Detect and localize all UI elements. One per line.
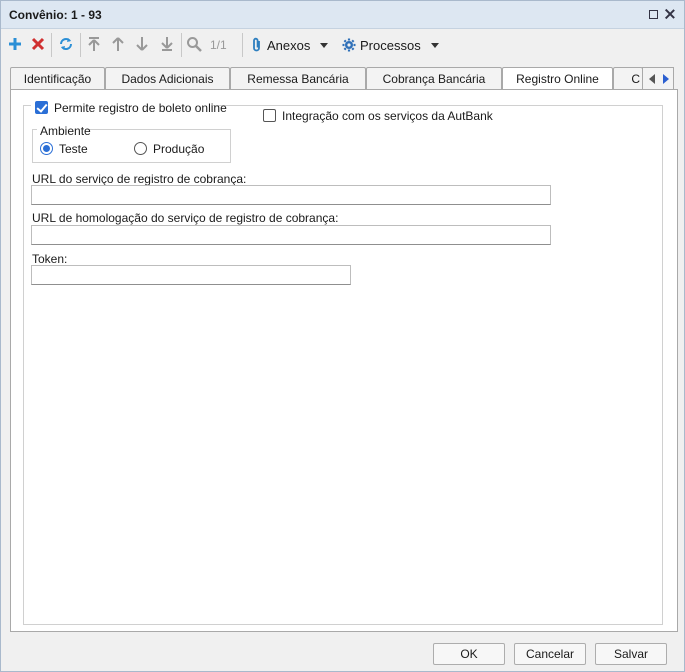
attachments-menu[interactable]: Anexos bbox=[251, 35, 329, 55]
radio-producao-label: Produção bbox=[153, 142, 205, 156]
url-homolog-label: URL de homologação do serviço de registr… bbox=[32, 211, 339, 225]
button-bar: OK Cancelar Salvar bbox=[1, 633, 684, 671]
tab-strip: Identificação Dados Adicionais Remessa B… bbox=[10, 67, 678, 90]
arrow-to-top-icon[interactable] bbox=[85, 35, 103, 53]
chevron-down-icon bbox=[320, 42, 329, 48]
tab-cobranca-bancaria[interactable]: Cobrança Bancária bbox=[366, 67, 502, 89]
refresh-icon[interactable] bbox=[57, 35, 75, 53]
x-icon[interactable] bbox=[29, 35, 47, 53]
plus-icon[interactable] bbox=[6, 35, 24, 53]
url-register-input[interactable] bbox=[31, 185, 551, 205]
arrow-down-icon[interactable] bbox=[133, 35, 151, 53]
tab-remessa-bancaria[interactable]: Remessa Bancária bbox=[230, 67, 366, 89]
toolbar-separator bbox=[51, 33, 52, 57]
radio-teste-label: Teste bbox=[59, 142, 88, 156]
chevron-down-icon bbox=[430, 42, 439, 48]
arrow-right-icon[interactable] bbox=[663, 74, 669, 84]
dialog-window: Convênio: 1 - 93 1/1 Anexos Processos Id… bbox=[0, 0, 685, 672]
window-title: Convênio: 1 - 93 bbox=[9, 8, 102, 22]
paperclip-icon bbox=[253, 37, 260, 52]
radio-producao[interactable] bbox=[134, 142, 147, 155]
processes-label: Processos bbox=[360, 37, 421, 53]
tab-identificacao[interactable]: Identificação bbox=[10, 67, 105, 89]
gear-icon bbox=[342, 38, 356, 52]
arrow-left-icon[interactable] bbox=[649, 74, 655, 84]
autbank-label: Integração com os serviços da AutBank bbox=[282, 109, 493, 123]
magnifier-icon[interactable] bbox=[185, 35, 203, 53]
online-register-label: Permite registro de boleto online bbox=[54, 101, 227, 115]
processes-menu[interactable]: Processos bbox=[342, 35, 439, 55]
cancel-button[interactable]: Cancelar bbox=[514, 643, 586, 665]
close-icon[interactable] bbox=[663, 7, 677, 21]
tab-registro-online[interactable]: Registro Online bbox=[502, 67, 613, 90]
save-button[interactable]: Salvar bbox=[595, 643, 667, 665]
tab-panel-registro-online: Permite registro de boleto online Integr… bbox=[10, 89, 678, 632]
token-input[interactable] bbox=[31, 265, 351, 285]
tab-scroll-buttons[interactable] bbox=[642, 67, 674, 89]
title-bar: Convênio: 1 - 93 bbox=[1, 1, 684, 29]
toolbar: 1/1 Anexos Processos bbox=[1, 29, 684, 61]
url-homolog-input[interactable] bbox=[31, 225, 551, 245]
url-register-label: URL do serviço de registro de cobrança: bbox=[32, 172, 247, 186]
toolbar-separator bbox=[242, 33, 243, 57]
autbank-checkbox[interactable] bbox=[263, 109, 276, 122]
token-label: Token: bbox=[32, 252, 68, 266]
page-indicator: 1/1 bbox=[210, 38, 227, 52]
ok-button[interactable]: OK bbox=[433, 643, 505, 665]
radio-teste[interactable] bbox=[40, 142, 53, 155]
toolbar-separator bbox=[80, 33, 81, 57]
tab-overflow[interactable]: C bbox=[613, 67, 643, 89]
attachments-label: Anexos bbox=[267, 37, 311, 53]
environment-legend: Ambiente bbox=[40, 124, 91, 138]
toolbar-separator bbox=[181, 33, 182, 57]
online-register-checkbox[interactable] bbox=[35, 101, 48, 114]
tab-dados-adicionais[interactable]: Dados Adicionais bbox=[105, 67, 230, 89]
maximize-icon[interactable] bbox=[646, 7, 660, 21]
arrow-to-bottom-icon[interactable] bbox=[158, 35, 176, 53]
arrow-up-icon[interactable] bbox=[109, 35, 127, 53]
